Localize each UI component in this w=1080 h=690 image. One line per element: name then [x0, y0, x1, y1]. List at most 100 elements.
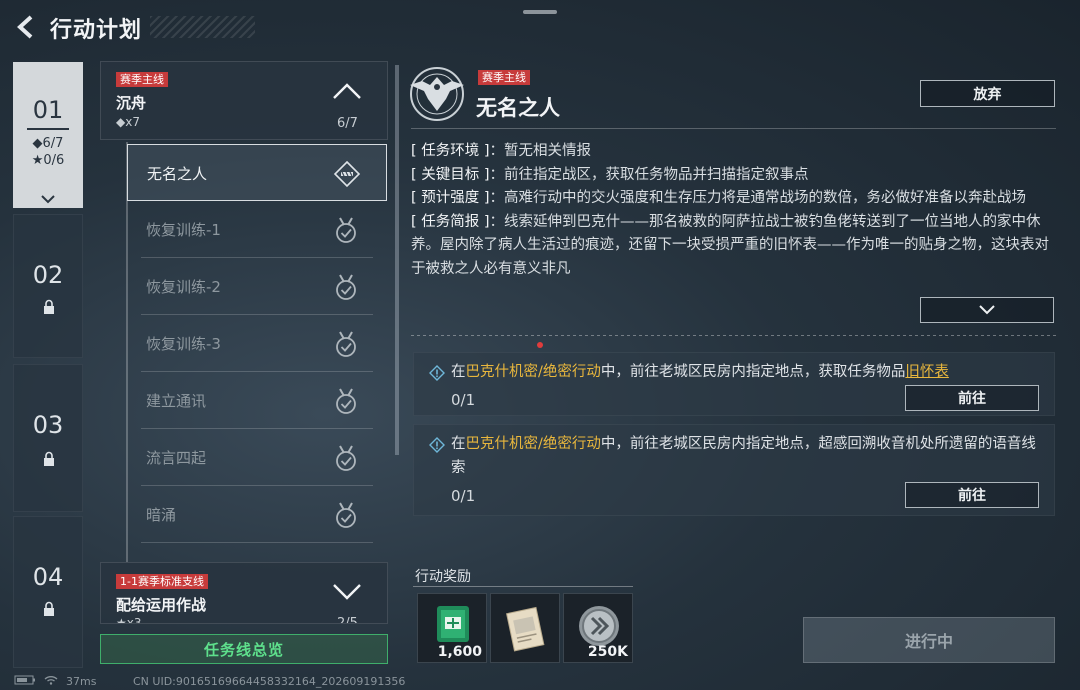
chapter-tab-02[interactable]: 02 [13, 214, 83, 358]
questline-reward: ★x3 [116, 616, 142, 624]
ping-text: 37ms [66, 675, 97, 688]
lock-icon [42, 299, 56, 315]
info-diamond-icon [429, 365, 445, 381]
rewards-label: 行动奖励 [415, 569, 471, 585]
task-item-link[interactable]: 旧怀表 [905, 364, 949, 380]
mission-label: 恢复训练-3 [146, 335, 221, 353]
chapter-underline [27, 128, 69, 130]
questline-name: 沉舟 [116, 94, 147, 112]
info-row: [ 预计强度 ]：高难行动中的交火强度和生存压力将是通常战场的数倍，务必做好准备… [411, 187, 1056, 211]
questline-tag: 1-1赛季标准支线 [116, 574, 208, 589]
reward-amount: 1,600 [437, 644, 482, 660]
chapter-diamond-progress: ◆6/7 [32, 136, 64, 151]
reward-item[interactable]: 1,600 [417, 593, 487, 663]
mission-label: 流言四起 [146, 449, 207, 467]
mission-item-2[interactable]: 恢复训练-2 [127, 258, 387, 315]
reward-item[interactable] [490, 593, 560, 663]
mission-item-1[interactable]: 恢复训练-1 [127, 201, 387, 258]
mission-tag: 赛季主线 [478, 70, 530, 85]
mission-title: 无名之人 [476, 96, 560, 120]
mission-info: [ 任务环境 ]：暂无相关情报 [ 关键目标 ]：前往指定战区，获取任务物品并扫… [411, 140, 1056, 292]
list-scrollbar[interactable] [395, 65, 399, 455]
chapter-tab-03[interactable]: 03 [13, 364, 83, 512]
abandon-button[interactable]: 放弃 [920, 80, 1055, 107]
info-diamond-icon [429, 437, 445, 453]
dashed-divider [411, 335, 1056, 336]
go-button[interactable]: 前往 [905, 385, 1039, 411]
uid-text: CN UID:9016516966445833216​4_20260919135… [133, 675, 406, 688]
rewards-underline [413, 586, 633, 587]
mission-item-5[interactable]: 流言四起 [127, 429, 387, 486]
mission-label: 暗涌 [146, 506, 177, 524]
completed-medal-icon [332, 501, 360, 529]
info-value: ：前往指定战区，获取任务物品并扫描指定叙事点 [489, 166, 809, 183]
chapter-tab-01[interactable]: 01 ◆6/7 ★0/6 [13, 62, 83, 208]
info-row: [ 任务简报 ]：线索延伸到巴克什——那名被救的阿萨拉战士被钓鱼佬转送到了一位当… [411, 211, 1056, 282]
mission-item-0[interactable]: 无名之人 [127, 144, 387, 201]
page-title: 行动计划 [50, 18, 143, 43]
wifi-icon [44, 675, 58, 688]
chapter-number: 01 [32, 96, 64, 124]
chevron-down-icon[interactable] [332, 583, 362, 601]
task-card: 在巴克什机密/绝密行动中，前往老城区民房内指定地点，超感回溯收音机处所遗留的语音… [413, 424, 1055, 516]
mission-label: 无名之人 [147, 165, 208, 183]
go-button[interactable]: 前往 [905, 482, 1039, 508]
chevron-down-icon [977, 301, 997, 320]
reward-item[interactable]: 250K [563, 593, 633, 663]
completed-medal-icon [332, 216, 360, 244]
chevron-up-icon[interactable] [332, 82, 362, 100]
questline-overview-button[interactable]: 任务线总览 [100, 634, 388, 664]
mission-item-6[interactable]: 暗涌 [127, 486, 387, 543]
drag-handle[interactable] [523, 10, 557, 14]
divider [411, 128, 1056, 129]
info-row: [ 任务环境 ]：暂无相关情报 [411, 140, 1056, 164]
chapter-tab-04[interactable]: 04 [13, 516, 83, 668]
chapter-star-progress: ★0/6 [31, 153, 65, 168]
task-text: 在巴克什机密/绝密行动中，前往老城区民房内指定地点，获取任务物品旧怀表 [451, 364, 949, 380]
task-card: 在巴克什机密/绝密行动中，前往老城区民房内指定地点，获取任务物品旧怀表 0/1 … [413, 352, 1055, 416]
green-supply-card-icon [435, 604, 471, 648]
paper-document-icon [504, 604, 548, 656]
info-value: ：高难行动中的交火强度和生存压力将是通常战场的数倍，务必做好准备以奔赴战场 [489, 190, 1027, 206]
questline-count: 6/7 [337, 116, 358, 131]
task-progress: 0/1 [451, 391, 476, 409]
questline-tag: 赛季主线 [116, 72, 168, 87]
reward-amount: 250K [587, 644, 628, 660]
eagle-emblem-icon [406, 65, 468, 123]
expand-info-button[interactable] [920, 297, 1054, 323]
task-location: 巴克什机密/绝密行动 [465, 436, 601, 452]
status-bar: 37ms [14, 675, 96, 688]
questline-side-header[interactable]: 1-1赛季标准支线 配给运用作战 ★x3 2/5 [100, 562, 388, 624]
back-arrow-icon[interactable] [12, 12, 40, 42]
lock-icon [42, 601, 56, 617]
info-row: [ 关键目标 ]：前往指定战区，获取任务物品并扫描指定叙事点 [411, 164, 1056, 188]
chapter-number: 04 [32, 563, 64, 591]
info-key: [ 关键目标 ] [411, 166, 490, 183]
info-key: [ 预计强度 ] [411, 190, 490, 206]
mission-label: 恢复训练-2 [146, 278, 221, 296]
questline-name: 配给运用作战 [116, 596, 207, 614]
mission-label: 建立通讯 [146, 392, 207, 410]
in-progress-diamond-icon [333, 160, 361, 188]
lock-icon [42, 451, 56, 467]
completed-medal-icon [332, 273, 360, 301]
notification-dot [537, 342, 543, 348]
questline-count: 2/5 [337, 616, 358, 624]
chapter-number: 03 [32, 411, 64, 439]
info-value: ：线索延伸到巴克什——那名被救的阿萨拉战士被钓鱼佬转送到了一位当地人的家中休养。… [411, 213, 1049, 277]
chapter-number: 02 [32, 261, 64, 289]
info-key: [ 任务环境 ] [411, 143, 490, 159]
mission-item-4[interactable]: 建立通讯 [127, 372, 387, 429]
completed-medal-icon [332, 330, 360, 358]
header-decoration [150, 16, 255, 38]
info-value: ：暂无相关情报 [489, 143, 592, 159]
chevron-down-icon [39, 190, 57, 204]
questline-reward: ◆x7 [116, 115, 140, 129]
mission-item-3[interactable]: 恢复训练-3 [127, 315, 387, 372]
questline-main-header[interactable]: 赛季主线 沉舟 ◆x7 6/7 [100, 61, 388, 140]
task-location: 巴克什机密/绝密行动 [465, 364, 601, 380]
info-key: [ 任务简报 ] [411, 213, 490, 230]
task-progress: 0/1 [451, 487, 476, 505]
in-progress-button[interactable]: 进行中 [803, 617, 1055, 663]
battery-icon [14, 675, 36, 688]
